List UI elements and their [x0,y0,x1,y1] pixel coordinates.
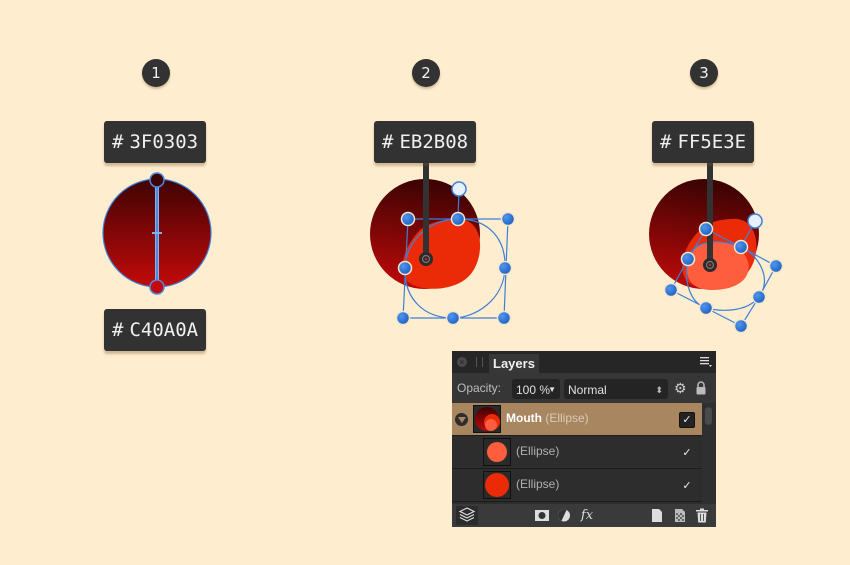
stepper-icon: ⬍ [655,385,663,395]
step-2-group[interactable] [370,160,516,326]
panel-footer: fx [452,504,716,527]
layer-row[interactable]: Mouth (Ellipse) ✓ [452,403,702,436]
layer-row[interactable]: (Ellipse) ✓ [452,436,702,469]
visibility-checkbox[interactable]: ✓ [679,478,695,494]
visibility-checkbox[interactable]: ✓ [679,412,695,428]
layers-stack-icon[interactable] [456,506,478,525]
layer-type: (Ellipse) [516,444,560,458]
gradient-stop-bottom[interactable] [149,279,165,295]
hash-sign: # [112,131,124,153]
layer-name: (Ellipse) [516,477,559,491]
tab-layers[interactable]: Layers [489,354,539,373]
opacity-label: Opacity: [457,381,502,395]
layers-panel: × Layers Opacity: 100 % ▼ Normal ⬍ ⚙ Mou… [452,351,716,527]
lock-icon[interactable] [696,381,706,395]
adjustment-icon[interactable] [556,507,572,524]
close-icon[interactable]: × [457,357,467,367]
layer-name: Mouth (Ellipse) [506,411,589,425]
hash-sign: # [382,131,394,153]
hash-sign: # [660,131,672,153]
hex-value: C40A0A [129,319,199,341]
layer-row[interactable]: (Ellipse) ✓ [452,469,702,502]
visibility-checkbox[interactable]: ✓ [679,445,695,461]
hex-label-step-3: # FF5E3E [652,121,755,163]
disclosure-triangle-icon[interactable] [455,413,468,426]
hex-label-step-2: # EB2B08 [374,121,477,163]
layer-thumbnail [483,471,511,499]
panel-menu-icon[interactable] [700,355,712,367]
mask-icon[interactable] [534,507,550,524]
layer-name: (Ellipse) [516,444,559,458]
hex-value: EB2B08 [399,131,469,153]
layer-title: Mouth [506,411,542,425]
blend-mode-value: Normal [568,383,607,397]
scrollbar[interactable] [702,403,716,504]
layers-list: Mouth (Ellipse) ✓ (Ellipse) ✓ (Ellipse) … [452,403,702,504]
layer-thumbnail [473,405,501,433]
chevron-down-icon: ▼ [548,385,556,394]
scrollbar-thumb[interactable] [705,407,712,425]
blend-mode-select[interactable]: Normal ⬍ [564,379,668,399]
hex-label-gradient-top: #3F0303 [104,121,207,163]
opacity-row: Opacity: 100 % ▼ Normal ⬍ ⚙ [452,373,716,403]
opacity-value: 100 % [516,383,551,397]
layer-thumbnail [483,438,511,466]
layer-type: (Ellipse) [516,477,560,491]
grip-icon[interactable] [476,357,483,367]
step-3-group[interactable] [649,160,784,334]
trash-icon[interactable] [695,507,709,524]
hash-sign: # [112,319,124,341]
step-1-ellipse-group[interactable] [102,172,212,295]
hex-value: 3F0303 [129,131,199,153]
gradient-stop-top[interactable] [149,172,165,188]
gear-icon[interactable]: ⚙ [674,380,687,396]
layer-type: (Ellipse) [545,411,589,425]
new-layer-icon[interactable] [650,507,664,524]
new-pixel-layer-icon[interactable] [671,507,687,524]
opacity-field[interactable]: 100 % ▼ [512,379,560,399]
canvas [102,160,784,334]
hex-value: FF5E3E [677,131,747,153]
fx-icon[interactable]: fx [578,507,596,524]
panel-header: × Layers [452,351,716,373]
hex-label-gradient-bottom: # C40A0A [104,309,207,351]
